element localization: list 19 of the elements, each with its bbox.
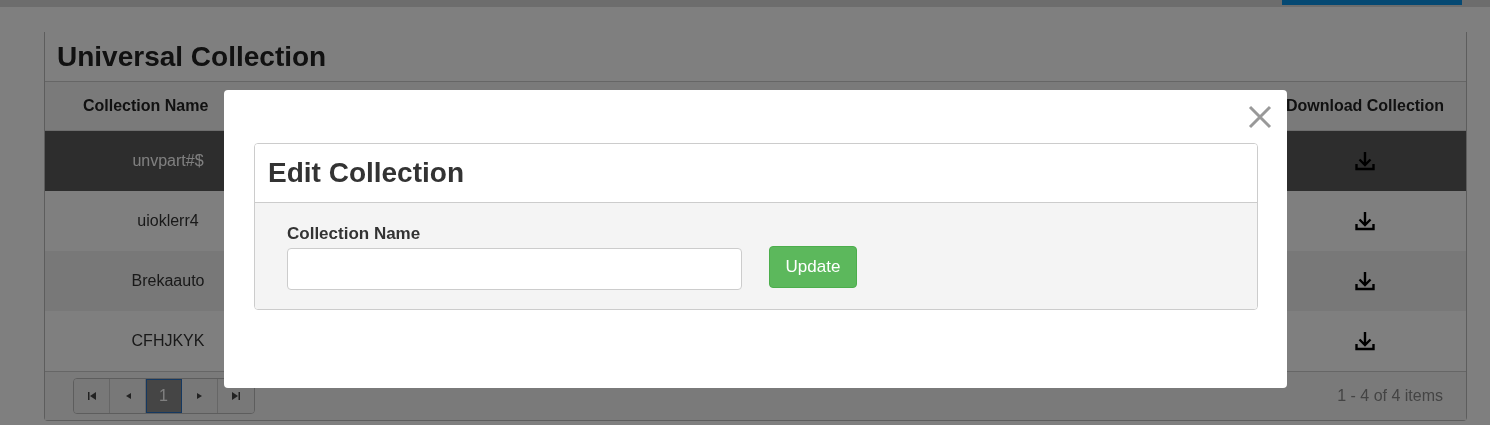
table-cell: CFHJKYK <box>131 332 205 350</box>
dialog-title: Edit Collection <box>268 157 464 189</box>
table-cell: Brekaauto <box>131 272 205 290</box>
field-label: Collection Name <box>287 224 422 244</box>
panel-title: Universal Collection <box>57 40 327 73</box>
download-icon[interactable] <box>1354 270 1376 292</box>
last-page-icon <box>231 391 241 401</box>
download-icon[interactable] <box>1354 210 1376 232</box>
first-page-icon <box>86 391 97 401</box>
download-icon[interactable] <box>1354 330 1376 352</box>
table-cell: unvpart#$ <box>132 152 204 170</box>
update-button[interactable]: Update <box>769 246 857 288</box>
table-cell: uioklerr4 <box>137 212 199 230</box>
close-icon <box>1247 104 1273 130</box>
first-page-button[interactable] <box>74 379 110 413</box>
column-header: Download Collection <box>1284 97 1446 115</box>
column-header: Collection Name <box>82 97 210 115</box>
collection-name-field[interactable] <box>287 248 742 290</box>
close-button[interactable] <box>1247 104 1273 130</box>
